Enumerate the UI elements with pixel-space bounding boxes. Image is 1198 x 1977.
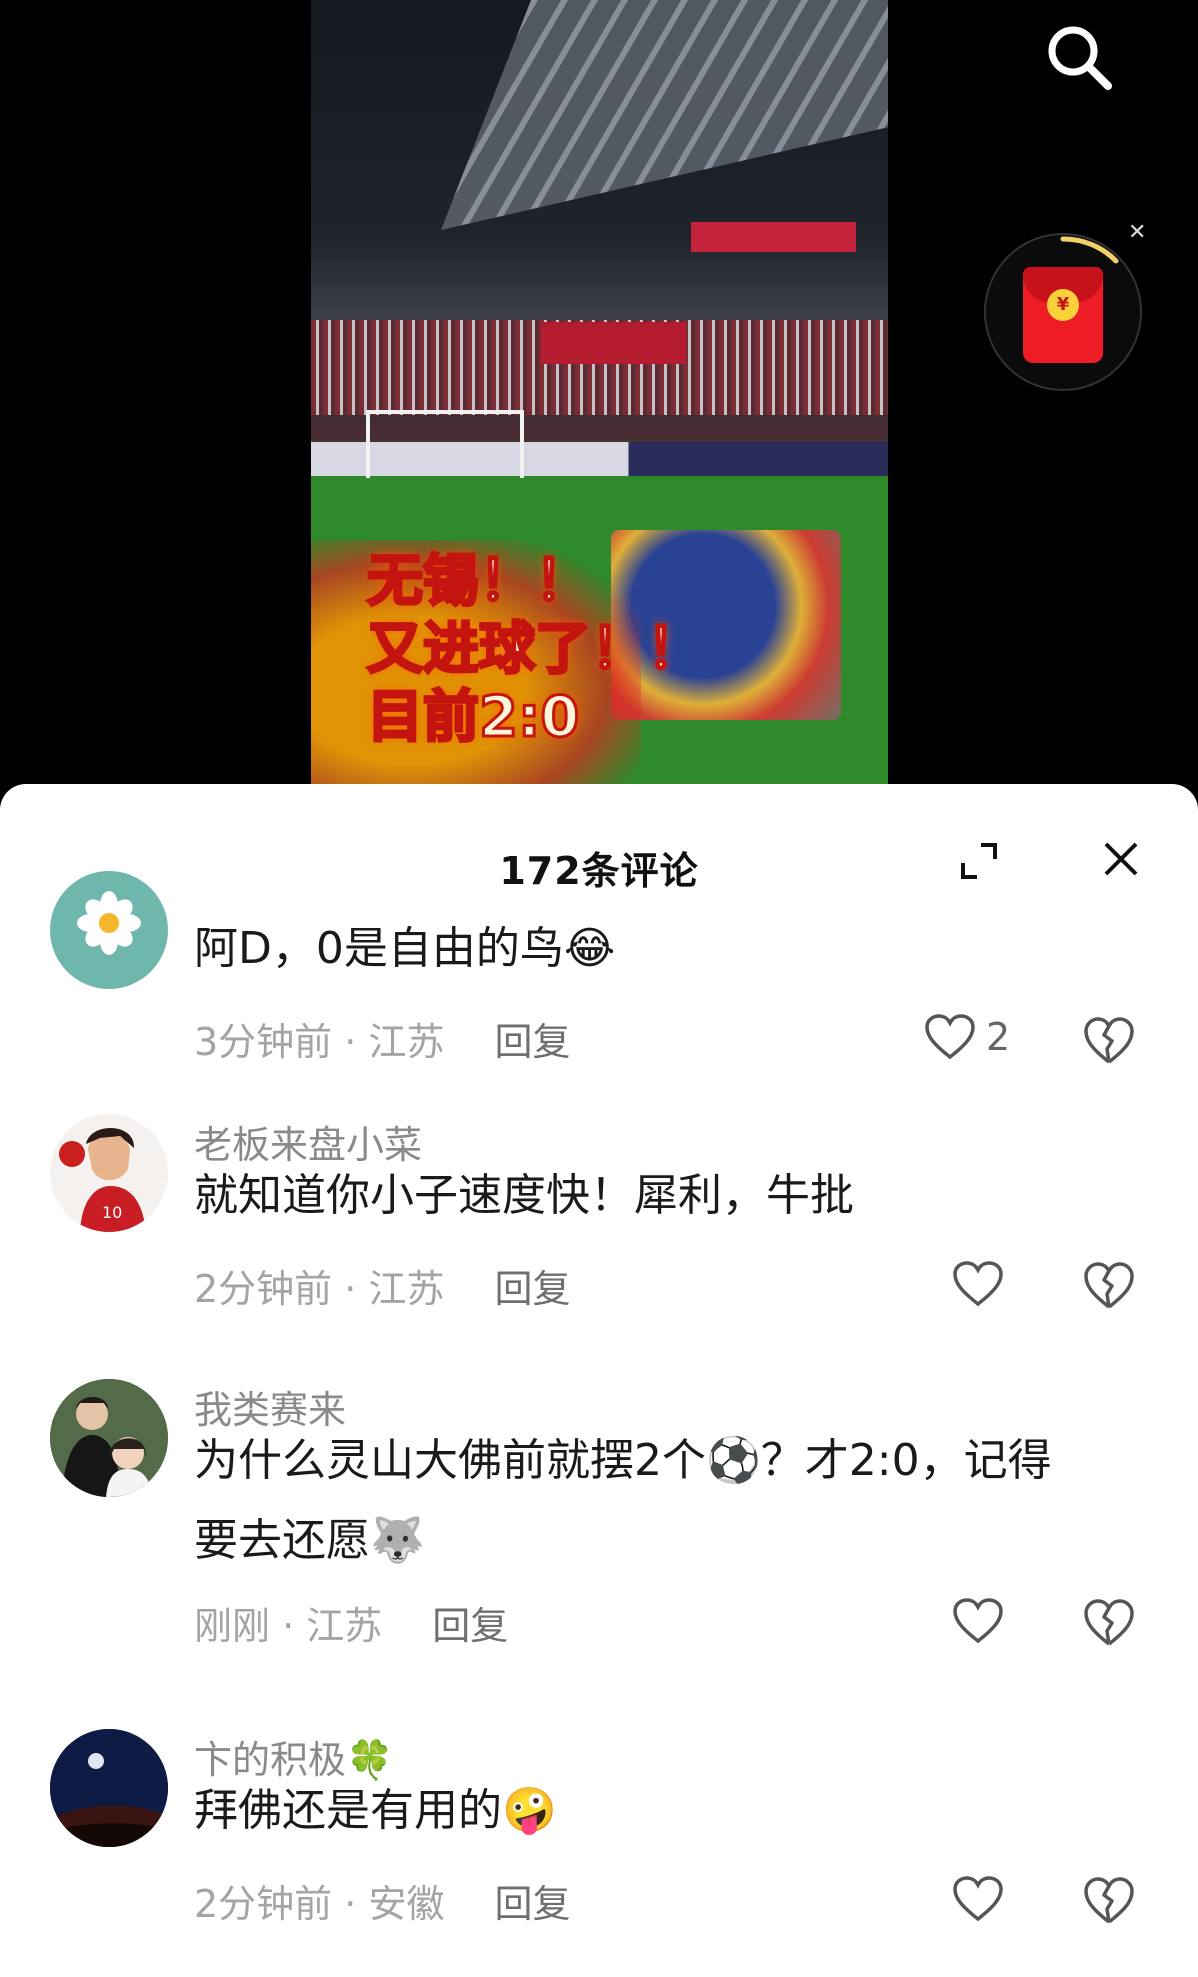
comment-item: 我类赛来 为什么灵山大佛前就摆2个⚽？才2:0，记得 要去还愿🐺 刚刚 · 江苏… xyxy=(0,1379,1198,1719)
close-icon[interactable] xyxy=(1098,836,1144,882)
broken-heart-icon[interactable] xyxy=(1082,1595,1136,1649)
comment-item: 10 老板来盘小菜 就知道你小子速度快！犀利，牛批 2分钟前 · 江苏 回复 xyxy=(0,1114,1198,1374)
comment-meta: 2分钟前 · 江苏 回复 xyxy=(194,1267,571,1311)
red-packet-widget[interactable]: ¥ xyxy=(984,233,1142,391)
comments-sheet: 172条评论 阿D，0是自由的鸟😂 3分钟前 · 江苏 回复 2 10 老板来盘… xyxy=(0,784,1198,1977)
comment-meta: 3分钟前 · 江苏 回复 xyxy=(194,1020,571,1064)
broken-heart-icon[interactable] xyxy=(1082,1258,1136,1312)
avatar[interactable] xyxy=(50,1379,168,1497)
comment-time: 刚刚 xyxy=(194,1604,271,1648)
comment-location: 江苏 xyxy=(306,1604,383,1648)
comment-time: 2分钟前 xyxy=(194,1882,333,1926)
soccer-ball-emoji: ⚽ xyxy=(706,1435,761,1486)
video-caption-overlay: 无锡！！ 又进球了！！ 目前2:0 xyxy=(366,548,747,752)
like-button[interactable]: 2 xyxy=(924,1009,1034,1069)
reply-button[interactable]: 回复 xyxy=(494,1020,570,1064)
comment-text: 为什么灵山大佛前就摆2个⚽？才2:0，记得 要去还愿🐺 xyxy=(194,1421,1154,1581)
caption-line: 又进球了！！ xyxy=(366,616,705,684)
comment-location: 江苏 xyxy=(368,1267,445,1311)
couple-photo-avatar-icon xyxy=(50,1379,168,1497)
like-button[interactable] xyxy=(952,1871,1062,1931)
comment-text-content: ？才2:0，记得 xyxy=(760,1435,1052,1486)
reply-button[interactable]: 回复 xyxy=(494,1882,570,1926)
avatar[interactable]: 10 xyxy=(50,1114,168,1232)
husky-emoji: 🐺 xyxy=(370,1515,425,1566)
reply-button[interactable]: 回复 xyxy=(494,1267,570,1311)
comment-item: 卞的积极🍀 拜佛还是有用的🤪 2分钟前 · 安徽 回复 xyxy=(0,1729,1198,1977)
comment-text-line: 为什么灵山大佛前就摆2个⚽？才2:0，记得 xyxy=(194,1421,1154,1501)
expand-icon[interactable] xyxy=(957,839,1001,883)
comment-time: 2分钟前 xyxy=(194,1267,333,1311)
like-button[interactable] xyxy=(952,1593,1062,1653)
red-envelope-icon: ¥ xyxy=(1023,267,1103,363)
laughing-emoji: 😂 xyxy=(563,923,616,974)
heart-icon xyxy=(953,1876,1003,1922)
night-moon-avatar-icon xyxy=(50,1729,168,1847)
caption-line: 无锡！！ xyxy=(366,548,593,616)
stadium-banner xyxy=(691,222,856,252)
heart-icon xyxy=(953,1261,1003,1307)
comment-text: 拜佛还是有用的🤪 xyxy=(194,1771,1154,1851)
comment-count-title: 172条评论 xyxy=(499,849,699,893)
video-frame[interactable]: 无锡！！ 又进球了！！ 目前2:0 xyxy=(311,0,888,790)
comment-text-content: 要去还愿 xyxy=(194,1515,370,1566)
like-button[interactable] xyxy=(952,1256,1062,1316)
comment-meta: 刚刚 · 江苏 回复 xyxy=(194,1604,509,1648)
video-player[interactable]: 无锡！！ 又进球了！！ 目前2:0 ¥ ✕ xyxy=(0,0,1198,790)
avatar[interactable] xyxy=(50,871,168,989)
comment-text-content: 拜佛还是有用的 xyxy=(194,1785,502,1836)
yuan-coin-icon: ¥ xyxy=(1047,289,1079,321)
comment-text-content: 就知道你小子速度快！犀利，牛批 xyxy=(194,1170,854,1221)
heart-icon xyxy=(953,1598,1003,1644)
close-red-packet-icon[interactable]: ✕ xyxy=(1128,220,1146,245)
comment-time: 3分钟前 xyxy=(194,1020,333,1064)
heart-icon xyxy=(925,1014,975,1060)
comment-text-content: 为什么灵山大佛前就摆2个 xyxy=(194,1435,706,1486)
caption-line: 目前2:0 xyxy=(366,684,581,752)
flower-avatar-icon xyxy=(77,891,141,955)
goal-post xyxy=(366,410,524,478)
search-icon[interactable] xyxy=(1042,20,1116,94)
reply-button[interactable]: 回复 xyxy=(432,1604,508,1648)
broken-heart-icon[interactable] xyxy=(1082,1013,1136,1067)
comment-location: 安徽 xyxy=(368,1882,445,1926)
comments-header: 172条评论 xyxy=(0,784,1198,914)
like-count: 2 xyxy=(986,1015,1011,1059)
avatar[interactable] xyxy=(50,1729,168,1847)
goofy-face-emoji: 🤪 xyxy=(502,1785,557,1836)
comment-text: 就知道你小子速度快！犀利，牛批 xyxy=(194,1156,1154,1236)
stadium-roof xyxy=(441,0,888,230)
comment-item: 阿D，0是自由的鸟😂 3分钟前 · 江苏 回复 2 xyxy=(0,871,1198,1139)
comment-meta: 2分钟前 · 安徽 回复 xyxy=(194,1882,571,1926)
comment-location: 江苏 xyxy=(368,1020,445,1064)
basketball-player-avatar-icon: 10 xyxy=(59,1127,146,1232)
comment-text-line: 要去还愿🐺 xyxy=(194,1501,1154,1581)
comment-text: 阿D，0是自由的鸟😂 xyxy=(194,909,1154,989)
svg-text:10: 10 xyxy=(102,1203,122,1222)
stadium-banner-lower xyxy=(541,322,686,364)
comment-text-content: 阿D，0是自由的鸟 xyxy=(194,923,564,974)
broken-heart-icon[interactable] xyxy=(1082,1873,1136,1927)
